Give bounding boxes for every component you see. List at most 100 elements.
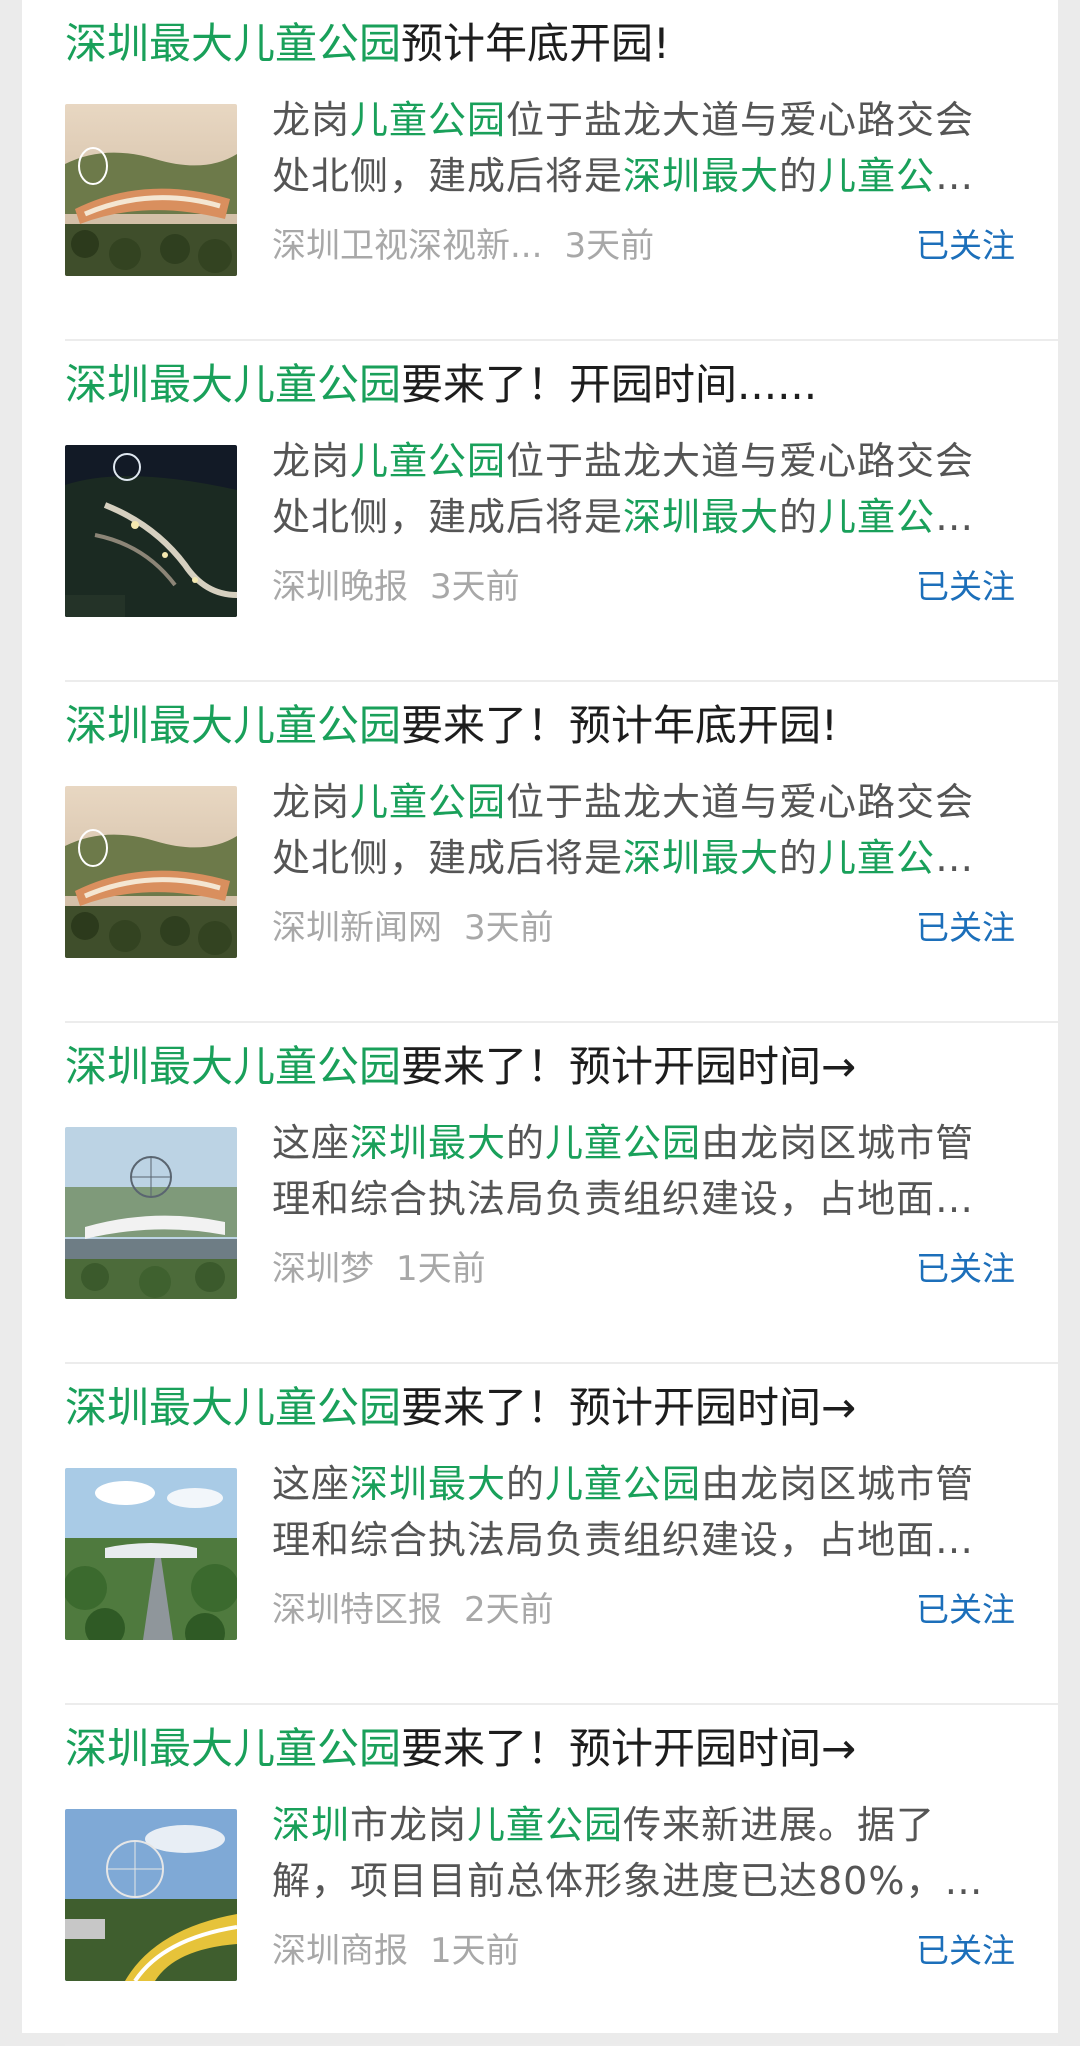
summary-highlight: 儿童公园 <box>350 780 507 824</box>
result-meta: 深圳晚报 3天前 <box>272 563 520 611</box>
source-name[interactable]: 深圳商报 <box>272 1931 408 1971</box>
source-name[interactable]: 深圳卫视深视新... <box>272 226 542 266</box>
summary-line-2: 解，项目目前总体形象进度已达80%，… <box>272 1853 1032 1909</box>
source-name[interactable]: 深圳梦 <box>272 1249 374 1289</box>
summary-text: 这座 <box>272 1462 351 1506</box>
result-summary: 这座深圳最大的儿童公园由龙岗区城市管 理和综合执法局负责组织建设，占地面… <box>272 1456 1032 1568</box>
summary-line-1: 龙岗儿童公园位于盐龙大道与爱心路交会 <box>272 92 1032 148</box>
summary-highlight: 深圳最大 <box>623 836 780 880</box>
summary-highlight: 儿童公园 <box>350 439 507 483</box>
result-summary: 深圳市龙岗儿童公园传来新进展。据了 解，项目目前总体形象进度已达80%，… <box>272 1797 1032 1909</box>
source-name[interactable]: 深圳新闻网 <box>272 908 442 948</box>
summary-text: … <box>935 495 975 539</box>
result-summary: 龙岗儿童公园位于盐龙大道与爱心路交会 处北侧，建成后将是深圳最大的儿童公… <box>272 433 1032 545</box>
title-highlight: 深圳最大儿童公园 <box>65 1383 402 1432</box>
summary-highlight: 儿童公 <box>818 495 936 539</box>
title-highlight: 深圳最大儿童公园 <box>65 360 402 409</box>
publish-time: 1天前 <box>430 1931 520 1971</box>
publish-time: 2天前 <box>464 1590 554 1630</box>
summary-line-1: 深圳市龙岗儿童公园传来新进展。据了 <box>272 1797 1032 1853</box>
summary-text: 位于盐龙大道与爱心路交会 <box>506 780 975 824</box>
result-meta: 深圳特区报 2天前 <box>272 1586 554 1634</box>
news-result-item[interactable]: 深圳最大儿童公园要来了！预计开园时间→ 这座深圳最大的儿童公园由龙岗区城市管 理… <box>65 1364 1058 1705</box>
title-highlight: 深圳最大儿童公园 <box>65 1042 402 1091</box>
result-title[interactable]: 深圳最大儿童公园要来了！预计开园时间→ <box>65 1035 1045 1099</box>
result-meta: 深圳梦 1天前 <box>272 1245 486 1293</box>
summary-text: 的 <box>779 836 819 880</box>
result-title[interactable]: 深圳最大儿童公园要来了！预计开园时间→ <box>65 1376 1045 1440</box>
title-rest: 要来了！预计开园时间→ <box>401 1383 857 1432</box>
summary-text: 位于盐龙大道与爱心路交会 <box>506 98 975 142</box>
summary-text: 处北侧，建成后将是 <box>272 154 624 198</box>
aerial-stadium-rendering-icon[interactable] <box>65 786 237 958</box>
follow-button[interactable]: 已关注 <box>916 904 1015 952</box>
summary-highlight: 儿童公园 <box>545 1121 702 1165</box>
ferris-wheel-construction-photo-icon[interactable] <box>65 1809 237 1981</box>
follow-button[interactable]: 已关注 <box>916 1586 1015 1634</box>
summary-highlight: 儿童公 <box>818 154 936 198</box>
title-highlight: 深圳最大儿童公园 <box>65 19 402 68</box>
publish-time: 3天前 <box>430 567 520 607</box>
summary-highlight: 深圳最大 <box>350 1462 507 1506</box>
summary-highlight: 儿童公园 <box>350 98 507 142</box>
summary-text: 处北侧，建成后将是 <box>272 495 624 539</box>
summary-line-1: 这座深圳最大的儿童公园由龙岗区城市管 <box>272 1115 1032 1171</box>
summary-highlight: 儿童公园 <box>467 1803 624 1847</box>
summary-line-2: 处北侧，建成后将是深圳最大的儿童公… <box>272 489 1032 545</box>
summary-line-2: 理和综合执法局负责组织建设，占地面… <box>272 1171 1032 1227</box>
summary-text: 由龙岗区城市管 <box>701 1121 975 1165</box>
result-title[interactable]: 深圳最大儿童公园要来了！开园时间...... <box>65 353 1045 417</box>
result-meta: 深圳新闻网 3天前 <box>272 904 554 952</box>
follow-button[interactable]: 已关注 <box>916 222 1015 270</box>
publish-time: 3天前 <box>464 908 554 948</box>
summary-text: 位于盐龙大道与爱心路交会 <box>506 439 975 483</box>
result-summary: 这座深圳最大的儿童公园由龙岗区城市管 理和综合执法局负责组织建设，占地面… <box>272 1115 1032 1227</box>
summary-text: … <box>935 154 975 198</box>
title-highlight: 深圳最大儿童公园 <box>65 1724 402 1773</box>
summary-highlight: 深圳最大 <box>623 495 780 539</box>
summary-text: … <box>935 836 975 880</box>
result-title[interactable]: 深圳最大儿童公园要来了！预计开园时间→ <box>65 1717 1045 1781</box>
summary-text: 的 <box>506 1121 546 1165</box>
follow-button[interactable]: 已关注 <box>916 1927 1015 1975</box>
result-meta: 深圳卫视深视新... 3天前 <box>272 222 654 270</box>
source-name[interactable]: 深圳特区报 <box>272 1590 442 1630</box>
news-result-item[interactable]: 深圳最大儿童公园要来了！开园时间...... 龙岗儿童公园位于盐龙大道与爱心路交… <box>65 341 1058 682</box>
summary-text: 传来新进展。据了 <box>623 1803 936 1847</box>
aerial-stadium-rendering-icon[interactable] <box>65 104 237 276</box>
title-rest: 要来了！预计年底开园! <box>401 701 838 750</box>
result-summary: 龙岗儿童公园位于盐龙大道与爱心路交会 处北侧，建成后将是深圳最大的儿童公… <box>272 92 1032 204</box>
publish-time: 1天前 <box>396 1249 486 1289</box>
title-highlight: 深圳最大儿童公园 <box>65 701 402 750</box>
summary-line-1: 这座深圳最大的儿童公园由龙岗区城市管 <box>272 1456 1032 1512</box>
title-rest: 预计年底开园! <box>401 19 670 68</box>
result-title[interactable]: 深圳最大儿童公园预计年底开园! <box>65 12 1045 76</box>
summary-highlight: 深圳最大 <box>623 154 780 198</box>
summary-line-2: 处北侧，建成后将是深圳最大的儿童公… <box>272 830 1032 886</box>
search-results-list: 深圳最大儿童公园预计年底开园! 龙岗儿童公园位于盐龙大道与爱心路交会 处北侧，建… <box>22 0 1058 2046</box>
follow-button[interactable]: 已关注 <box>916 1245 1015 1293</box>
summary-text: 的 <box>506 1462 546 1506</box>
summary-text: 理和综合执法局负责组织建设，占地面… <box>272 1177 975 1221</box>
news-result-item[interactable]: 深圳最大儿童公园要来了！预计开园时间→ 这座深圳最大的儿童公园由龙岗区城市管 理… <box>65 1023 1058 1364</box>
news-result-item[interactable]: 深圳最大儿童公园要来了！预计年底开园! 龙岗儿童公园位于盐龙大道与爱心路交会 处… <box>65 682 1058 1023</box>
follow-button[interactable]: 已关注 <box>916 563 1015 611</box>
summary-text: 市龙岗 <box>350 1803 468 1847</box>
news-result-item[interactable]: 深圳最大儿童公园要来了！预计开园时间→ 深圳市龙岗儿童公园传来新进展。据了 解，… <box>65 1705 1058 2046</box>
summary-text: 解，项目目前总体形象进度已达80%，… <box>272 1859 984 1903</box>
summary-text: 龙岗 <box>272 780 351 824</box>
summary-text: 龙岗 <box>272 98 351 142</box>
source-name[interactable]: 深圳晚报 <box>272 567 408 607</box>
ferris-wheel-photo-icon[interactable] <box>65 1127 237 1299</box>
summary-line-2: 理和综合执法局负责组织建设，占地面… <box>272 1512 1032 1568</box>
summary-text: 这座 <box>272 1121 351 1165</box>
summary-highlight: 儿童公 <box>818 836 936 880</box>
night-aerial-park-icon[interactable] <box>65 445 237 617</box>
summary-highlight: 深圳最大 <box>350 1121 507 1165</box>
summary-text: 由龙岗区城市管 <box>701 1462 975 1506</box>
park-road-photo-icon[interactable] <box>65 1468 237 1640</box>
summary-text: 的 <box>779 154 819 198</box>
news-result-item[interactable]: 深圳最大儿童公园预计年底开园! 龙岗儿童公园位于盐龙大道与爱心路交会 处北侧，建… <box>65 0 1058 341</box>
result-title[interactable]: 深圳最大儿童公园要来了！预计年底开园! <box>65 694 1045 758</box>
summary-text: 理和综合执法局负责组织建设，占地面… <box>272 1518 975 1562</box>
